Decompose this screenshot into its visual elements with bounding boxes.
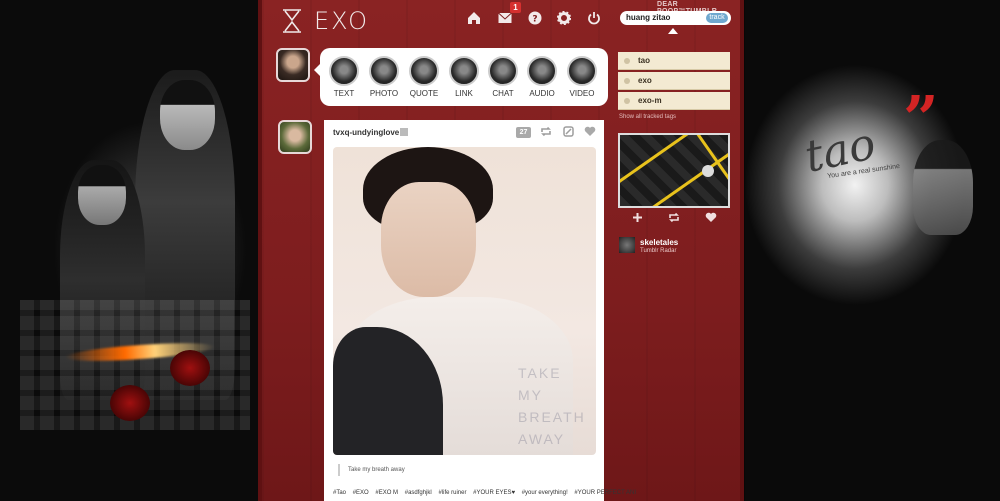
post-type-label: AUDIO [529, 89, 555, 98]
note-count[interactable]: 27 [516, 127, 531, 138]
follow-icon[interactable] [400, 128, 408, 136]
post-tag[interactable]: #YOUR EYES♥ [473, 490, 515, 496]
post-author-link[interactable]: tvxq-undyinglove [333, 128, 399, 137]
background-figure [913, 140, 973, 235]
post-tag[interactable]: #EXO M [375, 490, 398, 496]
tracked-tag-label: tao [638, 56, 650, 65]
post-type-label: PHOTO [369, 89, 399, 98]
post-tag[interactable]: #your everything! [522, 490, 568, 496]
search-input[interactable]: huang zitao [626, 13, 670, 22]
post-tag[interactable]: #Tao [333, 490, 346, 496]
road-stripe [620, 135, 693, 184]
add-icon[interactable] [632, 212, 643, 226]
dropdown-caret-icon [668, 28, 678, 34]
edit-icon[interactable] [563, 126, 574, 140]
hourglass-logo-icon[interactable] [280, 8, 304, 34]
new-audio-button[interactable]: AUDIO [524, 56, 560, 98]
tag-bullet-icon [624, 98, 630, 104]
audio-post-icon [527, 56, 557, 86]
left-background-art [0, 0, 260, 501]
tag-bullet-icon [624, 58, 630, 64]
tracked-tag-item[interactable]: exo-m [618, 92, 730, 110]
reblog-icon[interactable] [668, 212, 680, 226]
photo-post-icon [369, 56, 399, 86]
mail-icon[interactable] [497, 11, 513, 27]
reblog-icon[interactable] [540, 126, 552, 140]
post-type-label: CHAT [492, 89, 514, 98]
power-icon[interactable] [586, 11, 602, 27]
post-type-label: LINK [455, 89, 473, 98]
new-chat-button[interactable]: CHAT [485, 56, 521, 98]
post-photo[interactable]: TAKE MY BREATH AWAY [333, 147, 596, 455]
help-icon[interactable]: ? [527, 11, 543, 27]
search-field[interactable]: huang zitao track [620, 11, 731, 25]
post-type-label: VIDEO [569, 89, 595, 98]
heart-icon[interactable] [705, 212, 717, 226]
rose-decoration [170, 350, 210, 386]
photo-overlay-text: TAKE MY BREATH AWAY [518, 362, 596, 450]
logo-text: EXO [314, 7, 369, 35]
quote-post-icon [409, 56, 439, 86]
user-avatar[interactable] [276, 48, 310, 82]
radar-image[interactable] [618, 133, 730, 208]
dashboard-column: EXO 1 ? DEAR POOP™TUMBLR huang zitao tra… [258, 0, 744, 501]
post-tag[interactable]: #YOUR PERFECT ANI [574, 490, 636, 496]
post-type-bar: TEXT PHOTO QUOTE LINK CHAT AUDIO VIDEO [314, 48, 608, 106]
overlay-line: AWAY [518, 431, 566, 447]
photo-subject-face [381, 182, 476, 297]
tracked-tag-label: exo [638, 76, 652, 85]
tracked-tags-list: tao exo exo-m [618, 52, 730, 112]
overlay-line: TAKE [518, 365, 562, 381]
new-text-button[interactable]: TEXT [326, 56, 362, 98]
text-post-icon [329, 56, 359, 86]
new-video-button[interactable]: VIDEO [564, 56, 600, 98]
post-tags: #Tao #EXO #EXO M #asdfghjkl #life ruiner… [333, 490, 641, 496]
tracked-tag-item[interactable]: tao [618, 52, 730, 70]
post-tag[interactable]: #asdfghjkl [405, 490, 432, 496]
right-background-art: ” tao You are a real sunshine [745, 0, 1000, 501]
show-all-tags-link[interactable]: Show all tracked tags [619, 114, 676, 120]
video-post-icon [567, 56, 597, 86]
svg-text:?: ? [532, 15, 537, 25]
post-caption: Take my breath away [348, 467, 405, 473]
heart-icon[interactable] [584, 126, 596, 140]
gear-icon[interactable] [556, 10, 572, 27]
inbox-badge: 1 [510, 2, 521, 13]
post-type-label: QUOTE [409, 89, 439, 98]
track-button[interactable]: track [706, 13, 728, 23]
caption-quote-bar [338, 464, 340, 476]
header: EXO 1 ? DEAR POOP™TUMBLR huang zitao tra… [262, 0, 740, 40]
post-card: tvxq-undyinglove 27 TAKE MY BREATH AWAY … [324, 120, 636, 501]
new-photo-button[interactable]: PHOTO [366, 56, 402, 98]
radar-label: Tumblr Radar [640, 248, 677, 254]
chat-post-icon [488, 56, 518, 86]
tag-bullet-icon [624, 78, 630, 84]
new-quote-button[interactable]: QUOTE [406, 56, 442, 98]
post-tag[interactable]: #EXO [353, 490, 369, 496]
post-type-label: TEXT [333, 89, 355, 98]
post-author-avatar[interactable] [278, 120, 312, 154]
post-tag[interactable]: #life ruiner [438, 490, 466, 496]
radar-user-avatar[interactable] [619, 237, 635, 253]
radar-object [702, 165, 714, 177]
link-post-icon [449, 56, 479, 86]
radar-username[interactable]: skeletales [640, 238, 678, 247]
rose-decoration [110, 385, 150, 421]
new-link-button[interactable]: LINK [446, 56, 482, 98]
overlay-line: MY BREATH [518, 387, 586, 425]
home-icon[interactable] [466, 11, 482, 27]
tracked-tag-item[interactable]: exo [618, 72, 730, 90]
tracked-tag-label: exo-m [638, 96, 662, 105]
